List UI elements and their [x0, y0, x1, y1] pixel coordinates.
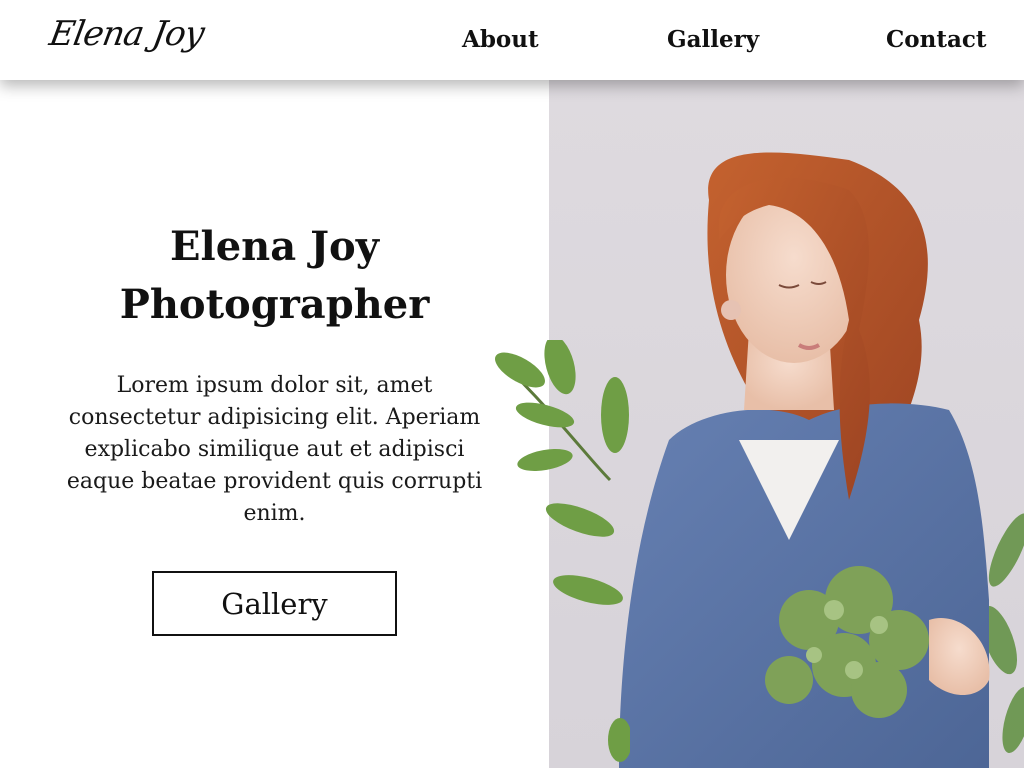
- hero-photo: [549, 80, 1024, 768]
- nav-link-gallery[interactable]: Gallery: [667, 26, 759, 53]
- top-navbar: Elena Joy About Gallery Contact: [0, 0, 1024, 80]
- hero-title-name: Elena Joy: [170, 223, 379, 270]
- hero-text-panel: Elena Joy Photographer Lorem ipsum dolor…: [0, 80, 549, 768]
- hero-title-role: Photographer: [119, 281, 430, 328]
- hero-description: Lorem ipsum dolor sit, amet consectetur …: [66, 373, 483, 526]
- gallery-button[interactable]: Gallery: [152, 571, 397, 636]
- nav-link-about[interactable]: About: [462, 26, 539, 53]
- hero-title: Elena Joy Photographer: [0, 218, 549, 334]
- nav-link-contact[interactable]: Contact: [886, 26, 987, 53]
- photographer-portrait-image: [549, 80, 1024, 768]
- site-logo[interactable]: Elena Joy: [46, 14, 206, 54]
